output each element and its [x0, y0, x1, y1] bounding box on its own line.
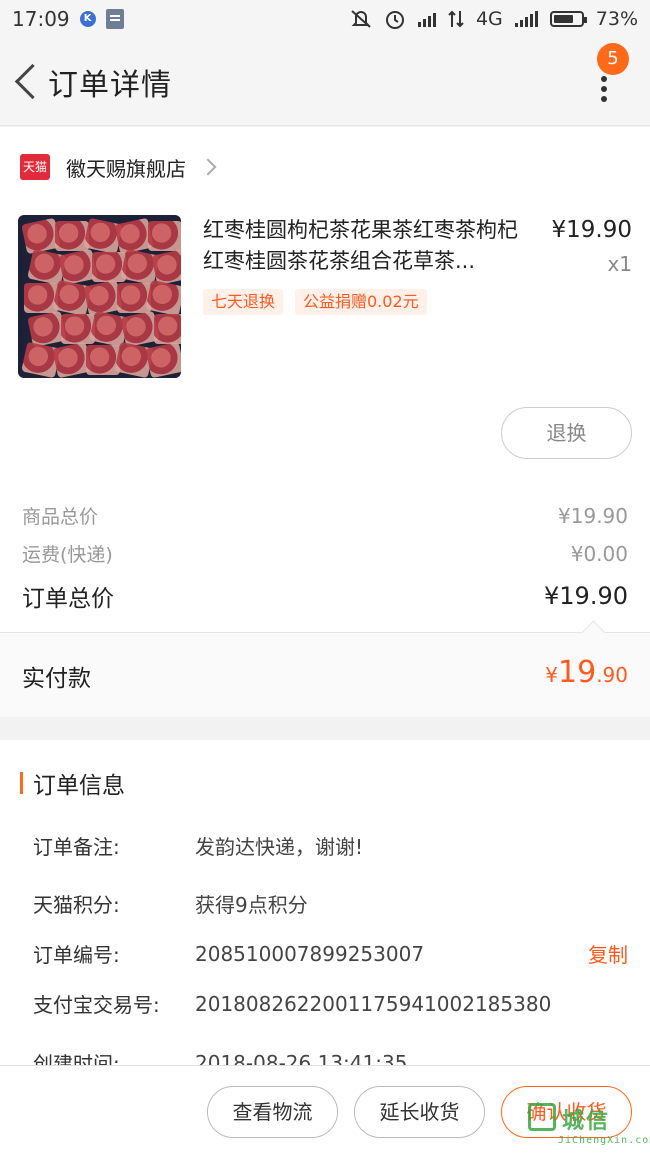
- view-logistics-button[interactable]: 查看物流: [207, 1086, 338, 1138]
- shipping-label: 运费(快递): [22, 544, 113, 566]
- paid-amount: ¥19.90: [545, 655, 628, 690]
- watermark-url: JiChengXin.com: [558, 1135, 650, 1146]
- return-exchange-button[interactable]: 退换: [501, 407, 632, 459]
- site-watermark: 城信 JiChengXin.com: [528, 1103, 650, 1151]
- goods-total-value: ¥19.90: [558, 503, 628, 528]
- info-key: 订单备注:: [33, 835, 120, 859]
- mute-icon: [351, 10, 371, 28]
- info-value: 发韵达快递，谢谢!: [195, 835, 364, 859]
- order-info-title: 订单信息: [33, 773, 125, 799]
- section-accent-bar: [20, 772, 23, 794]
- navigation-bar: 订单详情: [0, 38, 650, 126]
- tmall-logo: 天猫: [20, 154, 50, 180]
- extend-receipt-button[interactable]: 延长收货: [354, 1086, 485, 1138]
- order-info-header: 订单信息: [20, 766, 125, 800]
- shipping-value: ¥0.00: [570, 541, 628, 566]
- cell-signal-icon: [514, 11, 538, 27]
- info-value[interactable]: 2018082622001175941002185380: [195, 992, 551, 1016]
- more-dot: [601, 96, 607, 102]
- tea-pouch: [145, 341, 181, 378]
- bottom-action-bar: 查看物流 延长收货 确认收货 城信 JiChengXin.com: [0, 1065, 650, 1155]
- copy-order-number-button[interactable]: 复制: [588, 939, 628, 968]
- tea-pouch: [154, 314, 181, 344]
- order-total-value: ¥19.90: [544, 582, 628, 610]
- back-arrow-icon[interactable]: [4, 38, 48, 126]
- more-dot: [601, 86, 607, 92]
- paid-integer: 19: [558, 655, 597, 690]
- order-info-card: 订单信息 订单备注: 发韵达快递，谢谢! 天猫积分: 获得9点积分 订单编号: …: [0, 740, 650, 1065]
- info-row-order-number: 订单编号: 208510007899253007 复制: [33, 939, 628, 968]
- info-key: 天猫积分:: [33, 893, 120, 917]
- info-value: 2018-08-26 13:41:35: [195, 1050, 408, 1066]
- info-value[interactable]: 208510007899253007: [195, 942, 424, 966]
- watermark-text: 城信: [562, 1109, 611, 1134]
- product-quantity: x1: [607, 252, 632, 276]
- battery-icon: [549, 11, 587, 27]
- info-key: 支付宝交易号:: [33, 993, 160, 1017]
- data-transfer-icon: [448, 10, 464, 28]
- order-total-label: 订单总价: [22, 586, 114, 612]
- goods-total-row: 商品总价 ¥19.90: [22, 502, 628, 529]
- goods-total-label: 商品总价: [22, 506, 99, 528]
- product-price: ¥19.90: [551, 217, 632, 243]
- message-count-badge: 5: [597, 43, 629, 75]
- info-row-remark: 订单备注: 发韵达快递，谢谢!: [33, 831, 628, 860]
- battery-fill: [553, 15, 573, 23]
- alarm-icon: [385, 11, 404, 29]
- info-key: 创建时间:: [33, 1052, 120, 1065]
- paid-amount-box: 实付款 ¥19.90: [0, 632, 650, 717]
- paid-currency: ¥: [545, 663, 558, 687]
- hd-signal-icon: [417, 11, 436, 27]
- document-notification-icon: [105, 9, 124, 29]
- info-key: 订单编号:: [33, 943, 120, 967]
- app-notification-icon: K: [79, 11, 96, 27]
- paid-decimal: .90: [596, 663, 628, 687]
- tea-pouch: [148, 221, 181, 251]
- shop-row[interactable]: 天猫 徽天赐旗舰店: [20, 149, 217, 185]
- more-dot: [601, 76, 607, 82]
- network-type: 4G: [475, 8, 503, 30]
- tag-charity-donation: 公益捐赠0.02元: [295, 289, 427, 315]
- info-row-alipay-trade-number: 支付宝交易号: 2018082622001175941002185380: [33, 989, 628, 1018]
- status-bar: 17:09 K 4G 73%: [0, 0, 650, 38]
- info-row-points: 天猫积分: 获得9点积分: [33, 889, 628, 918]
- tag-seven-day-return: 七天退换: [203, 289, 284, 315]
- info-row-created-time: 创建时间: 2018-08-26 13:41:35: [33, 1048, 628, 1066]
- order-total-row: 订单总价 ¥19.90: [22, 579, 628, 613]
- info-value: 获得9点积分: [195, 893, 308, 917]
- page-title: 订单详情: [48, 67, 172, 103]
- status-time: 17:09: [12, 7, 70, 31]
- shop-name: 徽天赐旗舰店: [66, 156, 186, 181]
- product-image[interactable]: [18, 215, 181, 378]
- paid-label: 实付款: [22, 666, 91, 692]
- order-card: 天猫 徽天赐旗舰店 红枣桂圆枸杞茶花果茶红枣茶枸杞红枣桂圆茶花茶组合花草茶...…: [0, 127, 650, 717]
- battery-percent: 73%: [595, 8, 638, 30]
- chevron-right-icon: [199, 158, 217, 176]
- shipping-row: 运费(快递) ¥0.00: [22, 540, 628, 567]
- product-title[interactable]: 红枣桂圆枸杞茶花果茶红枣茶枸杞红枣桂圆茶花茶组合花草茶...: [203, 215, 533, 277]
- watermark-logo-icon: [528, 1103, 556, 1131]
